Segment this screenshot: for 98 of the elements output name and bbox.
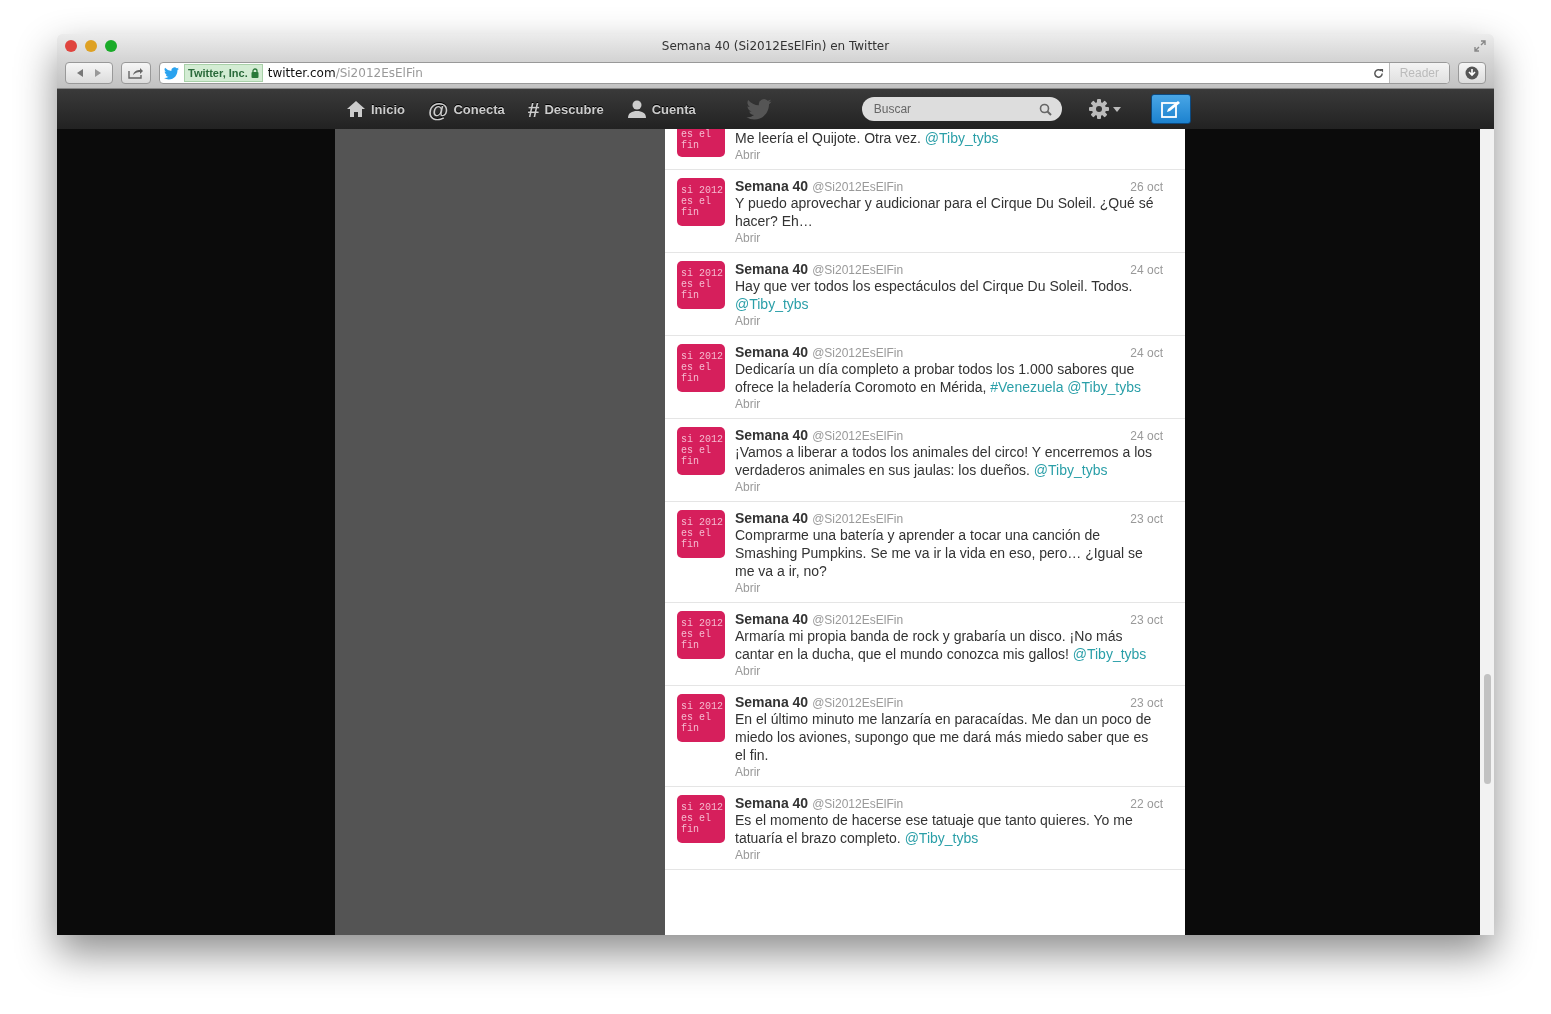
user-name[interactable]: Semana 40	[735, 178, 809, 194]
tweet-link[interactable]: @Tiby_tybs	[1033, 462, 1108, 478]
downloads-button[interactable]	[1458, 62, 1486, 84]
user-handle[interactable]: @Si2012EsElFin	[812, 346, 904, 360]
tweet-text: Me leería el Quijote. Otra vez. @Tiby_tybs	[735, 129, 1000, 147]
search-field[interactable]: Buscar	[861, 97, 1062, 121]
avatar-logo: si 2012 es el fin	[677, 344, 725, 392]
close-button[interactable]	[65, 40, 77, 52]
user-handle[interactable]: @Si2012EsElFin	[812, 797, 904, 811]
user-name[interactable]: Semana 40	[735, 795, 809, 811]
user-handle[interactable]: @Si2012EsElFin	[812, 696, 904, 710]
nav-link[interactable]: @ Conecta	[427, 98, 505, 120]
tweet-text: Armaría mi propia banda de rock y grabaría un disco. ¡No más cantar en la ducha, que el mundo conozca mis gallos! @Tiby_tybs	[735, 627, 1148, 663]
house-icon	[346, 100, 366, 118]
glyph-icon: @	[427, 98, 449, 120]
tweet-text: Dedicaría un día completo a probar todos los 1.000 sabores que ofrece la heladería Coromoto en Mérida, #Venezuela @Tiby_tybs	[735, 360, 1142, 396]
tweet-link[interactable]: @Tiby_tybs	[735, 296, 809, 312]
tweet-date[interactable]: 24 oct	[1130, 346, 1173, 360]
expand-link[interactable]: Abrir	[735, 847, 1173, 863]
expand-link[interactable]: Abrir	[735, 396, 1173, 412]
tweet[interactable]: si 2012 es el fin Semana 40 @Si2012EsElFin 22 oct Es el momento de hacerse ese tatuaje que tanto quieres. Yo me tatuaría el brazo completo. @Tiby_tybs Abrir	[665, 787, 1185, 870]
tweet-text: Es el momento de hacerse ese tatuaje que tanto quieres. Yo me tatuaría el brazo completo. @Tiby_tybs	[735, 811, 1134, 847]
expand-link[interactable]: Abrir	[735, 147, 1173, 163]
caret-icon	[1112, 106, 1121, 112]
expand-link[interactable]: Abrir	[735, 479, 1173, 495]
tweet[interactable]: si 2012 es el fin Semana 40 @Si2012EsElFin 23 oct Armaría mi propia banda de rock y grabaría un disco. ¡No más cantar en la ducha, que el mundo conozca mis gallos! @Tiby_tybs Abrir	[665, 603, 1185, 686]
avatar-logo: si 2012 es el fin	[677, 178, 725, 226]
glyph-icon: #	[527, 98, 540, 120]
avatar-logo: si 2012 es el fin	[677, 261, 725, 309]
bird-icon[interactable]	[745, 98, 772, 120]
avatar-logo: si 2012 es el fin	[677, 510, 725, 558]
tweet-text: ¡Vamos a liberar a todos los animales del circo! Y encerremos a los verdaderos animales en sus jaulas: los dueños. @Tiby_tybs	[735, 443, 1154, 479]
share-icon	[128, 67, 144, 79]
share-button[interactable]	[121, 62, 151, 84]
user-name[interactable]: Semana 40	[735, 261, 809, 277]
tweet-date[interactable]: 23 oct	[1130, 613, 1173, 627]
bird-icon	[164, 66, 179, 80]
scrollbar-thumb[interactable]	[1483, 674, 1491, 784]
tweet-date[interactable]: 24 oct	[1130, 429, 1173, 443]
tweet[interactable]: si 2012 es el fin Semana 40 @Si2012EsElFin 24 oct Dedicaría un día completo a probar todos los 1.000 sabores que ofrece la heladería Coromoto en Mérida, #Venezuela @Tiby_tybs Abrir	[665, 336, 1185, 419]
user-handle[interactable]: @Si2012EsElFin	[812, 613, 904, 627]
back-forward-button[interactable]	[65, 62, 113, 84]
user-name[interactable]: Semana 40	[735, 344, 809, 360]
tweet-link[interactable]: @Tiby_tybs	[904, 830, 979, 846]
user-handle[interactable]: @Si2012EsElFin	[812, 263, 904, 277]
expand-link[interactable]: Abrir	[735, 580, 1173, 596]
pencil-square-icon	[1160, 100, 1181, 118]
gear-icon	[1087, 98, 1110, 120]
avatar-logo: si 2012 es el fin	[677, 694, 725, 742]
nav-link[interactable]: Cuenta	[626, 98, 696, 120]
user-handle[interactable]: @Si2012EsElFin	[812, 512, 904, 526]
download-icon	[1465, 66, 1479, 80]
fullscreen-icon[interactable]	[1474, 40, 1486, 52]
tweet-date[interactable]: 26 oct	[1130, 180, 1173, 194]
tweet-text: En el último minuto me lanzaría en paracaídas. Me dan un poco de miedo los aviones, supongo que me dará más miedo saber que es el fin.	[735, 710, 1153, 764]
window-title: Semana 40 (Si2012EsElFin) en Twitter	[660, 39, 891, 53]
nav-link[interactable]: # Descubre	[527, 98, 604, 120]
search-icon[interactable]	[1038, 103, 1052, 116]
avatar-logo: es el fin	[677, 129, 725, 157]
compose-tweet-button[interactable]	[1150, 94, 1191, 124]
tweet[interactable]: si 2012 es el fin Semana 40 @Si2012EsElFin 26 oct Y puedo aprovechar y audicionar para el Cirque Du Soleil. ¿Qué sé hacer? Eh… Abrir	[665, 170, 1185, 253]
user-name[interactable]: Semana 40	[735, 694, 809, 710]
tweet-link[interactable]: @Tiby_tybs	[924, 130, 999, 146]
minimize-button[interactable]	[85, 40, 97, 52]
tweet[interactable]: si 2012 es el fin Semana 40 @Si2012EsElFin 23 oct En el último minuto me lanzaría en paracaídas. Me dan un poco de miedo los aviones, supongo que me dará más miedo saber que es el fin. Abrir	[665, 686, 1185, 787]
tweet[interactable]: si 2012 es el fin Semana 40 @Si2012EsElFin 24 oct ¡Vamos a liberar a todos los animales del circo! Y encerremos a los verdaderos animales en sus jaulas: los dueños. @Tiby_tybs Abrir	[665, 419, 1185, 502]
person-icon	[626, 100, 647, 118]
user-name[interactable]: Semana 40	[735, 427, 809, 443]
tweet-date[interactable]: 24 oct	[1130, 263, 1173, 277]
reload-icon[interactable]	[1372, 67, 1384, 79]
user-handle[interactable]: @Si2012EsElFin	[812, 429, 904, 443]
tweet[interactable]: si 2012 es el fin Semana 40 @Si2012EsElFin 24 oct Hay que ver todos los espectáculos del Cirque Du Soleil. Todos. @Tiby_tybs Abrir	[665, 253, 1185, 336]
tweet-date[interactable]: 23 oct	[1130, 512, 1173, 526]
avatar-logo: si 2012 es el fin	[677, 611, 725, 659]
user-handle[interactable]: @Si2012EsElFin	[812, 180, 904, 194]
zoom-button[interactable]	[105, 40, 117, 52]
url-text: twitter.com/Si2012EsElFin	[267, 66, 423, 80]
tweet[interactable]: si 2012 es el fin Semana 40 @Si2012EsElFin 23 oct Comprarme una batería y aprender a tocar una canción de Smashing Pumpkins. Se me va ir la vida en eso, pero… ¿Igual se me va a ir, no? Abrir	[665, 502, 1185, 603]
site-identity-badge[interactable]: Twitter, Inc.	[184, 64, 263, 82]
expand-link[interactable]: Abrir	[735, 313, 1173, 329]
tweet-link[interactable]: @Tiby_tybs	[1072, 646, 1147, 662]
tweet-link[interactable]: #Venezuela	[990, 379, 1064, 395]
avatar-logo: si 2012 es el fin	[677, 427, 725, 475]
avatar-logo: si 2012 es el fin	[677, 795, 725, 843]
user-name[interactable]: Semana 40	[735, 510, 809, 526]
expand-link[interactable]: Abrir	[735, 764, 1173, 780]
nav-link[interactable]: Inicio	[346, 98, 405, 120]
expand-link[interactable]: Abrir	[735, 663, 1173, 679]
tweet-date[interactable]: 22 oct	[1130, 797, 1173, 811]
user-name[interactable]: Semana 40	[735, 611, 809, 627]
tweet-date[interactable]: 23 oct	[1130, 696, 1173, 710]
tweet-text: Hay que ver todos los espectáculos del Cirque Du Soleil. Todos. @Tiby_tybs	[735, 277, 1134, 313]
tweet-text: Y puedo aprovechar y audicionar para el Cirque Du Soleil. ¿Qué sé hacer? Eh…	[735, 194, 1155, 230]
tweet[interactable]: es el fin Me leería el Quijote. Otra vez. @Tiby_tybs Abrir	[665, 129, 1185, 170]
lock-icon	[250, 68, 259, 78]
expand-link[interactable]: Abrir	[735, 230, 1173, 246]
tweet-link[interactable]: @Tiby_tybs	[1067, 379, 1141, 395]
tweet-text: Comprarme una batería y aprender a tocar una canción de Smashing Pumpkins. Se me va ir la vida en eso, pero… ¿Igual se me va a ir, no?	[735, 526, 1144, 580]
